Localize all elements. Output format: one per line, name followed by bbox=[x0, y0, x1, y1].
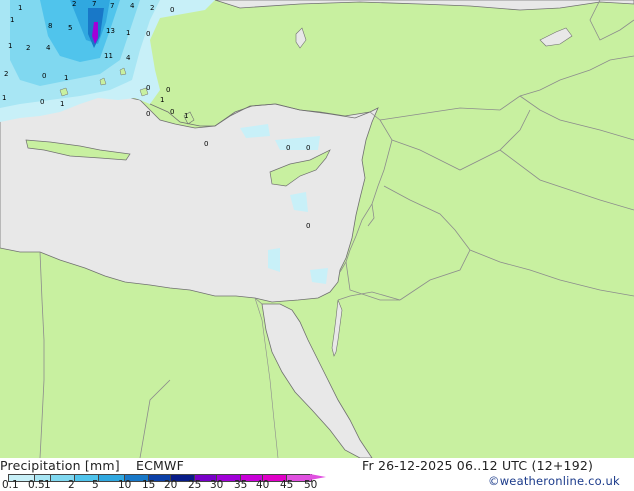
credit-link[interactable]: ©weatheronline.co.uk bbox=[488, 474, 620, 488]
map-value: 2 bbox=[72, 0, 76, 8]
map-value: 0 bbox=[40, 98, 44, 106]
map-value: 0 bbox=[204, 140, 208, 148]
map-value: 1 bbox=[8, 42, 12, 50]
map-value: 0 bbox=[42, 72, 46, 80]
map-value: 0 bbox=[170, 6, 174, 14]
tick-label: 30 bbox=[210, 479, 224, 491]
tick-label: 25 bbox=[188, 479, 202, 491]
map-value: 8 bbox=[48, 22, 52, 30]
tick-label: 20 bbox=[164, 479, 178, 491]
map-value: 7 bbox=[92, 0, 96, 8]
map-value: 0 bbox=[170, 108, 174, 116]
model-name: ECMWF bbox=[136, 458, 184, 473]
map-value: 13 bbox=[106, 27, 115, 35]
tick-label: 15 bbox=[142, 479, 156, 491]
map-value: 4 bbox=[126, 54, 131, 62]
map-value: 1 bbox=[64, 74, 68, 82]
map-value: 1 bbox=[18, 4, 22, 12]
map-value: 1 bbox=[160, 96, 164, 104]
map-value: 1 bbox=[60, 100, 64, 108]
tick-label: 0.1 bbox=[2, 479, 19, 491]
map-value: 0 bbox=[166, 86, 170, 94]
map-value: 4 bbox=[46, 44, 51, 52]
map-value: 11 bbox=[104, 52, 113, 60]
precipitation-map: 1 2 7 7 4 2 0 1 8 5 13 1 0 1 2 4 11 4 2 … bbox=[0, 0, 634, 458]
map-value: 0 bbox=[146, 110, 150, 118]
tick-label: 1 bbox=[44, 479, 51, 491]
tick-label: 0.5 bbox=[28, 479, 45, 491]
legend-title: Precipitation [mm] bbox=[0, 458, 120, 473]
map-value: 0 bbox=[286, 144, 290, 152]
tick-label: 35 bbox=[234, 479, 248, 491]
precip-patch bbox=[310, 268, 328, 284]
map-value: 2 bbox=[26, 44, 30, 52]
map-value: 0 bbox=[146, 84, 150, 92]
map-value: 4 bbox=[130, 2, 135, 10]
tick-label: 50 bbox=[304, 479, 318, 491]
tick-label: 40 bbox=[256, 479, 270, 491]
map-value: 1 bbox=[184, 112, 188, 120]
map-value: 1 bbox=[10, 16, 14, 24]
map-value: 7 bbox=[110, 2, 114, 10]
tick-label: 2 bbox=[68, 479, 75, 491]
valid-time: Fr 26-12-2025 06..12 UTC (12+192) bbox=[362, 458, 594, 473]
map-value: 0 bbox=[306, 222, 310, 230]
tick-label: 45 bbox=[280, 479, 294, 491]
map-value: 1 bbox=[2, 94, 6, 102]
map-value: 5 bbox=[68, 24, 72, 32]
map-value: 0 bbox=[146, 30, 150, 38]
tick-label: 5 bbox=[92, 479, 99, 491]
map-value: 1 bbox=[126, 29, 130, 37]
map-value: 2 bbox=[150, 4, 154, 12]
precip-patch bbox=[268, 248, 280, 272]
map-value: 2 bbox=[4, 70, 8, 78]
map-value: 0 bbox=[306, 144, 310, 152]
tick-label: 10 bbox=[118, 479, 132, 491]
